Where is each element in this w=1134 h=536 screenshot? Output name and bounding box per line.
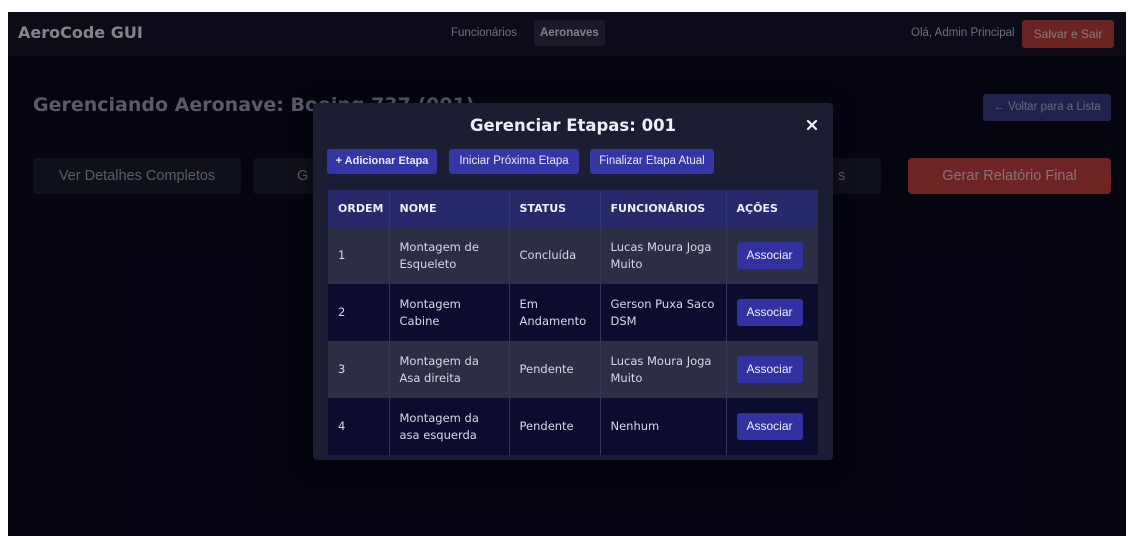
table-row: 3 Montagem da Asa direita Pendente Lucas…: [328, 341, 818, 398]
table-header-row: ORDEM NOME STATUS FUNCIONÁRIOS AÇÕES: [328, 190, 818, 227]
app-window: AeroCode GUI Funcionários Aeronaves Olá,…: [8, 12, 1126, 536]
start-next-stage-button[interactable]: Iniciar Próxima Etapa: [449, 149, 579, 174]
cell-status: Pendente: [509, 341, 601, 398]
manage-stages-modal: Gerenciar Etapas: 001 + Adicionar Etapa …: [313, 103, 833, 460]
cell-name: Montagem de Esqueleto: [389, 227, 510, 284]
cell-order: 4: [328, 398, 390, 455]
associate-button[interactable]: Associar: [736, 242, 803, 269]
cell-employees: Lucas Moura Joga Muito: [600, 341, 727, 398]
cell-employees: Gerson Puxa Saco DSM: [600, 284, 727, 341]
modal-title: Gerenciar Etapas: 001: [469, 116, 677, 135]
column-header: STATUS: [509, 190, 601, 227]
cell-actions: Associar: [726, 341, 818, 398]
cell-status: Em Andamento: [509, 284, 601, 341]
table-row: 2 Montagem Cabine Em Andamento Gerson Pu…: [328, 284, 818, 341]
close-icon[interactable]: [803, 115, 821, 135]
add-stage-button[interactable]: + Adicionar Etapa: [327, 149, 437, 174]
associate-button[interactable]: Associar: [736, 413, 803, 440]
cell-name: Montagem da Asa direita: [389, 341, 510, 398]
associate-button[interactable]: Associar: [736, 299, 803, 326]
column-header: FUNCIONÁRIOS: [600, 190, 727, 227]
finish-current-stage-button[interactable]: Finalizar Etapa Atual: [590, 149, 714, 174]
column-header: ORDEM: [328, 190, 390, 227]
table-row: 4 Montagem da asa esquerda Pendente Nenh…: [328, 398, 818, 455]
table-row: 1 Montagem de Esqueleto Concluída Lucas …: [328, 227, 818, 284]
cell-order: 3: [328, 341, 390, 398]
cell-status: Concluída: [509, 227, 601, 284]
cell-employees: Lucas Moura Joga Muito: [600, 227, 727, 284]
cell-name: Montagem da asa esquerda: [389, 398, 510, 455]
cell-employees: Nenhum: [600, 398, 727, 455]
cell-order: 1: [328, 227, 390, 284]
column-header: NOME: [389, 190, 510, 227]
cell-status: Pendente: [509, 398, 601, 455]
cell-actions: Associar: [726, 227, 818, 284]
cell-actions: Associar: [726, 398, 818, 455]
column-header: AÇÕES: [736, 202, 778, 215]
cell-name: Montagem Cabine: [389, 284, 510, 341]
cell-actions: Associar: [726, 284, 818, 341]
stages-table: ORDEM NOME STATUS FUNCIONÁRIOS AÇÕES 1 M…: [328, 190, 818, 455]
associate-button[interactable]: Associar: [736, 356, 803, 383]
cell-order: 2: [328, 284, 390, 341]
